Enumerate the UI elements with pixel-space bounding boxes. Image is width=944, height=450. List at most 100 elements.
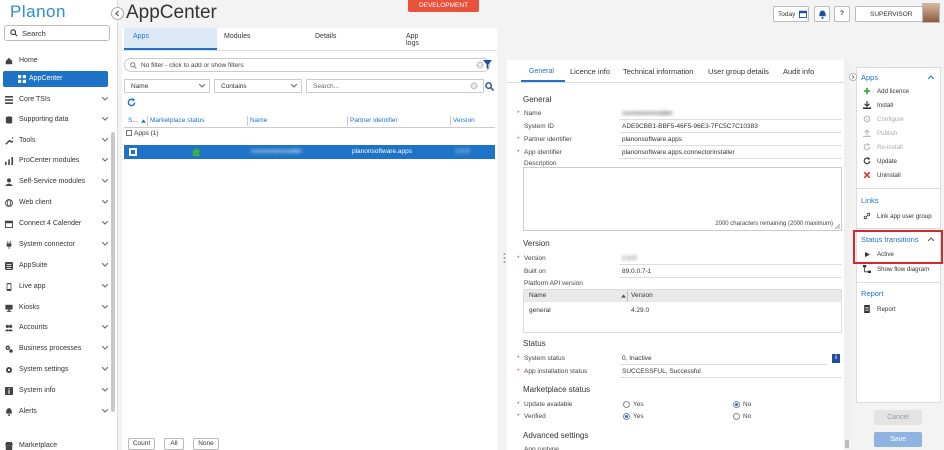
update-yes-radio[interactable] (623, 401, 630, 408)
sidebar-item-system-info[interactable]: System info (0, 381, 114, 401)
search-icon[interactable] (485, 82, 494, 91)
sidebar-item-connect-4-calender[interactable]: Connect 4 Calender (0, 214, 114, 234)
sidebar-item-alerts[interactable]: Alerts (0, 402, 114, 422)
tab-apps[interactable]: Apps (124, 28, 217, 50)
notifications-button[interactable] (814, 6, 830, 22)
tab-licence-info[interactable]: Licence info (570, 67, 610, 76)
environment-badge: DEVELOPMENT (408, 0, 479, 12)
update-no-radio[interactable] (733, 401, 740, 408)
chevron-down-icon (102, 367, 108, 371)
table-row[interactable]: connectorinstaller planonsoftware.apps 1… (124, 145, 495, 159)
sidebar-item-home[interactable]: Home (0, 51, 114, 71)
filter-icon[interactable] (483, 60, 492, 69)
verified-yes-radio[interactable] (623, 413, 630, 420)
sidebar-item-procenter-modules[interactable]: ProCenter modules (0, 151, 114, 171)
cancel-button[interactable]: Cancel (874, 410, 922, 425)
links-section-title[interactable]: Links (861, 196, 879, 205)
column-header-partner-identifier[interactable]: Partner identifier (350, 117, 398, 124)
panel-splitter[interactable] (503, 248, 506, 268)
sidebar-item-core-tsis[interactable]: Core TSIs (0, 90, 114, 110)
column-header-s[interactable]: S... (128, 117, 138, 124)
calendar-icon (5, 220, 13, 228)
api-col-version[interactable]: Version (631, 292, 653, 299)
action-label: Add licence (877, 88, 909, 95)
sidebar-item-accounts[interactable]: Accounts (0, 318, 114, 338)
update-button[interactable]: Update (863, 156, 939, 168)
verified-no-radio[interactable] (733, 413, 740, 420)
sidebar-scrollbar[interactable] (111, 132, 115, 412)
report-section-title[interactable]: Report (861, 289, 884, 298)
column-header-version[interactable]: Version (453, 117, 475, 124)
verified-no-label: No (743, 413, 752, 420)
sidebar-item-system-connector[interactable]: System connector (0, 235, 114, 255)
app-identifier-value[interactable]: planonsoftware.apps.connectorinstaller (622, 149, 735, 156)
tab-user-group-details[interactable]: User group details (708, 67, 769, 76)
apps-section-title[interactable]: Apps (861, 73, 878, 82)
name-value[interactable]: connectorinstaller (622, 110, 673, 117)
users-icon (5, 324, 13, 332)
user-menu-button[interactable]: SUPERVISOR (855, 6, 925, 22)
collapse-sidebar-button[interactable] (111, 7, 124, 20)
operator-select[interactable]: Contains (214, 79, 302, 93)
sort-icon[interactable] (621, 294, 626, 298)
row-checkbox[interactable] (129, 148, 137, 156)
save-button[interactable]: Save (874, 432, 922, 447)
today-button[interactable]: Today (773, 6, 809, 22)
sidebar-item-web-client[interactable]: Web client (0, 193, 114, 213)
uninstall-button[interactable]: Uninstall (863, 170, 939, 182)
link-app-user-group-button[interactable]: Link app user group (863, 211, 939, 223)
tab-audit-info[interactable]: Audit info (783, 67, 814, 76)
row-partner: planonsoftware.apps (352, 148, 412, 155)
collapse-actions-icon[interactable] (849, 73, 857, 81)
report-button[interactable]: Report (863, 304, 939, 316)
count-button[interactable]: Count (128, 438, 155, 450)
sidebar-item-label: Kiosks (19, 304, 40, 311)
group-row[interactable]: Apps (1) (126, 130, 159, 137)
resize-handle-icon[interactable] (835, 224, 840, 229)
show-flow-diagram-button[interactable]: Show flow diagram (863, 264, 939, 276)
sidebar-item-self-service-modules[interactable]: Self-Service modules (0, 172, 114, 192)
filter-bar[interactable]: No filter - click to add or show filters (124, 58, 490, 72)
sidebar-item-business-processes[interactable]: Business processes (0, 339, 114, 359)
tab-general[interactable]: General (521, 60, 565, 82)
sidebar-item-live-app[interactable]: Live app (0, 277, 114, 297)
all-button[interactable]: All (164, 438, 184, 450)
tab-technical-information[interactable]: Technical information (623, 67, 693, 76)
add-licence-button[interactable]: Add licence (863, 86, 939, 98)
sidebar-item-marketplace[interactable]: Marketplace (0, 436, 114, 450)
details-scrollbar[interactable] (844, 60, 850, 450)
install-button[interactable]: Install (863, 100, 939, 112)
chevron-up-icon[interactable] (928, 75, 934, 79)
sidebar-item-appcenter[interactable]: AppCenter (3, 71, 108, 87)
avatar[interactable] (922, 3, 940, 23)
configure-button[interactable]: Configure (863, 114, 939, 126)
publish-button[interactable]: Publish (863, 128, 939, 140)
search-icon (130, 62, 137, 69)
sidebar: Planon Search Home AppCenter Core TSIs S… (0, 0, 118, 450)
description-textarea[interactable]: 2000 characters remaining (2000 maximum) (523, 167, 842, 231)
clear-search-icon[interactable] (470, 82, 478, 90)
refresh-icon[interactable] (127, 98, 136, 107)
calendar-icon (799, 10, 807, 18)
search-box[interactable]: Search (4, 25, 110, 41)
sidebar-item-system-settings[interactable]: System settings (0, 360, 114, 380)
partner-identifier-value[interactable]: planonsoftware.apps (622, 136, 682, 143)
bell-icon (819, 10, 826, 19)
info-icon[interactable]: i (832, 354, 840, 363)
column-header-name[interactable]: Name (250, 117, 267, 124)
none-button[interactable]: None (193, 438, 219, 450)
sidebar-item-tools[interactable]: Tools (0, 131, 114, 151)
sort-icon[interactable] (141, 119, 146, 123)
field-underline (619, 277, 842, 278)
sidebar-item-kiosks[interactable]: Kiosks (0, 298, 114, 318)
sidebar-item-appsuite[interactable]: AppSuite (0, 256, 114, 276)
column-header-marketplace-status[interactable]: Marketplace status (150, 117, 205, 124)
sidebar-item-label: Marketplace (19, 442, 58, 449)
group-checkbox[interactable] (126, 130, 132, 136)
help-button[interactable]: ? (834, 6, 850, 22)
search-input[interactable]: Search... (306, 79, 484, 93)
field-select[interactable]: Name (124, 79, 210, 93)
sidebar-item-supporting-data[interactable]: Supporting data (0, 110, 114, 130)
api-col-name[interactable]: Name (529, 292, 546, 299)
reinstall-button[interactable]: Re-install (863, 142, 939, 154)
